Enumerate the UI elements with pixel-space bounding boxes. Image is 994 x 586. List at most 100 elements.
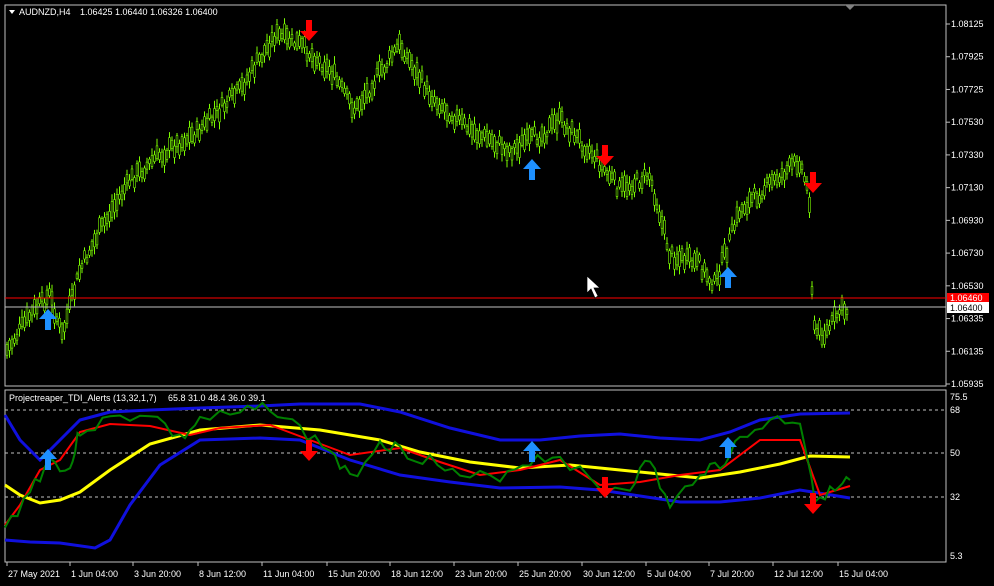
candle-body xyxy=(183,137,186,152)
candle-body xyxy=(220,97,224,106)
candle-body xyxy=(700,268,704,280)
candle-body xyxy=(780,168,784,178)
candle-body xyxy=(773,174,776,181)
candle-body xyxy=(498,135,501,144)
candle-body xyxy=(198,128,201,141)
candle-body xyxy=(8,340,11,351)
candle-body xyxy=(190,126,194,142)
candle-body xyxy=(663,220,666,235)
candle-body xyxy=(815,328,819,336)
candle-body xyxy=(278,28,281,41)
candle-body xyxy=(788,157,791,167)
candle-body xyxy=(415,62,419,79)
candle-body xyxy=(628,183,631,191)
time-tick-label: 3 Jun 20:00 xyxy=(134,569,181,579)
candle-body xyxy=(433,96,436,104)
candle-body xyxy=(793,155,796,163)
price-tick-label: 1.07330 xyxy=(951,150,984,160)
candle-body xyxy=(293,42,296,48)
candle-body xyxy=(218,108,221,123)
candle-body xyxy=(530,129,534,137)
symbol-label: AUDNZD,H4 xyxy=(19,7,71,17)
candle-body xyxy=(745,202,749,215)
candle-body xyxy=(45,289,49,305)
candle-body xyxy=(748,191,751,208)
candle-body xyxy=(645,176,649,182)
candle-body xyxy=(703,262,706,273)
price-axis: 1.08125 1.07925 1.07725 1.07530 1.07330 1.071… xyxy=(946,19,984,389)
candle-body xyxy=(205,117,209,131)
price-tick-label: 1.05935 xyxy=(951,379,984,389)
candle-body xyxy=(508,145,511,153)
trading-chart[interactable]: AUDNZD,H4 1.06425 1.06440 1.06326 1.0640… xyxy=(0,0,994,586)
time-tick-label: 12 Jul 12:00 xyxy=(774,569,823,579)
time-tick-label: 11 Jun 04:00 xyxy=(263,569,314,579)
candle-body xyxy=(65,308,69,324)
candle-body xyxy=(235,83,239,91)
time-tick-label: 30 Jun 12:00 xyxy=(583,569,635,579)
candle-body xyxy=(585,145,589,160)
candle-body xyxy=(245,74,249,83)
candle-body xyxy=(393,46,396,53)
candle-body xyxy=(168,137,171,151)
candle-body xyxy=(90,240,94,251)
candle-body xyxy=(413,66,416,80)
candle-body xyxy=(795,161,799,175)
candle-body xyxy=(835,313,839,319)
candle-body xyxy=(395,43,399,52)
candle-body xyxy=(810,286,814,295)
candle-body xyxy=(485,130,489,147)
time-tick-label: 8 Jun 12:00 xyxy=(199,569,246,579)
candle-body xyxy=(305,53,309,62)
candle-body xyxy=(643,169,646,176)
candle-body xyxy=(750,194,754,203)
candle-body xyxy=(633,178,636,193)
time-axis: 27 May 2021 1 Jun 04:00 3 Jun 20:00 8 Jun 1… xyxy=(6,562,888,579)
candle-body xyxy=(368,92,371,98)
candle-body xyxy=(685,248,689,261)
candle-body xyxy=(610,172,614,180)
candle-body xyxy=(385,63,389,68)
candle-body xyxy=(405,52,409,59)
candle-body xyxy=(560,111,564,123)
candle-body xyxy=(500,144,504,155)
candle-body xyxy=(333,63,336,78)
candle-body xyxy=(525,128,529,141)
candle-body xyxy=(270,32,274,42)
candle-body xyxy=(538,137,541,147)
candle-body xyxy=(215,106,219,111)
candle-body xyxy=(605,170,609,175)
candle-body xyxy=(350,101,354,118)
level-label-68: 68 xyxy=(950,405,960,415)
candle-body xyxy=(345,87,349,95)
candle-body xyxy=(403,56,406,62)
candle-body xyxy=(93,233,96,248)
candle-body xyxy=(545,132,549,138)
candle-body xyxy=(20,316,24,327)
candle-body xyxy=(565,123,569,129)
candle-body xyxy=(778,176,781,183)
candle-body xyxy=(280,33,284,39)
candle-body xyxy=(420,70,424,80)
candle-body xyxy=(348,93,351,105)
candle-body xyxy=(78,265,81,280)
candle-body xyxy=(228,89,231,98)
candle-body xyxy=(408,52,411,68)
candle-body xyxy=(790,158,794,170)
candle-body xyxy=(98,217,101,233)
candle-body xyxy=(283,23,286,41)
candle-body xyxy=(758,195,761,205)
candle-body xyxy=(25,306,29,324)
candle-body xyxy=(100,218,104,227)
candle-body xyxy=(240,77,244,92)
candle-body xyxy=(10,338,14,349)
indicator-panel[interactable]: Projectreaper_TDI_Alerts (13,32,1,7) 65.… xyxy=(3,389,947,563)
candle-body xyxy=(155,145,159,159)
candle-body xyxy=(713,274,716,282)
indicator-values: 65.8 31.0 48.4 36.0 39.1 xyxy=(168,393,266,403)
candle-body xyxy=(733,224,736,231)
candle-body xyxy=(648,172,651,180)
candle-body xyxy=(400,42,404,59)
candle-body xyxy=(573,135,576,143)
price-panel[interactable]: AUDNZD,H4 1.06425 1.06440 1.06326 1.0640… xyxy=(4,4,947,387)
